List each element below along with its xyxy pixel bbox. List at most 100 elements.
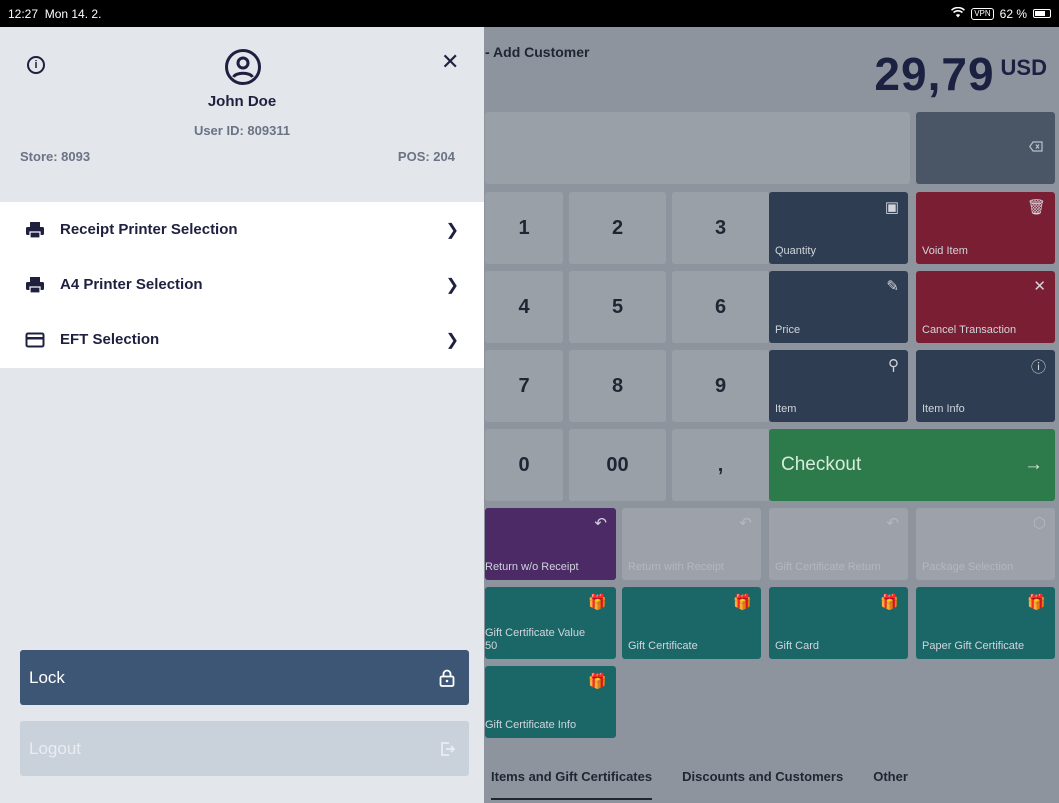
price-label: Price xyxy=(775,324,801,336)
checkout-label: Checkout xyxy=(781,454,862,475)
package-icon: ⬡ xyxy=(1032,515,1046,532)
pos-number: POS: 204 xyxy=(397,149,455,164)
key-4[interactable]: 4 xyxy=(485,271,563,343)
menu-item-receipt-printer[interactable]: Receipt Printer Selection ❯ xyxy=(0,202,484,257)
return-wo-receipt-label: Return w/o Receipt xyxy=(485,561,579,573)
quantity-label: Quantity xyxy=(775,245,816,257)
logout-button[interactable]: Logout xyxy=(20,721,469,776)
key-8[interactable]: 8 xyxy=(569,350,666,422)
void-item-label: Void Item xyxy=(922,245,968,257)
wifi-icon xyxy=(951,6,966,21)
add-customer-link[interactable]: - Add Customer xyxy=(485,44,589,60)
item-button[interactable]: ⚲ Item xyxy=(769,350,908,422)
lock-label: Lock xyxy=(29,667,65,687)
chevron-right-icon: ❯ xyxy=(445,221,459,239)
close-icon[interactable]: ✕ xyxy=(441,49,459,75)
key-3[interactable]: 3 xyxy=(672,192,769,264)
gift-certificate-button[interactable]: 🎁 Gift Certificate xyxy=(622,587,761,659)
return-wo-receipt-button[interactable]: ↶ Return w/o Receipt xyxy=(485,508,616,580)
menu-item-a4-printer[interactable]: A4 Printer Selection ❯ xyxy=(0,257,484,312)
gift-card-label: Gift Card xyxy=(775,640,820,652)
menu-item-label: A4 Printer Selection xyxy=(60,276,203,293)
cancel-transaction-button[interactable]: ✕ Cancel Transaction xyxy=(916,271,1055,343)
printer-icon xyxy=(26,276,44,294)
status-bar: 12:27 Mon 14. 2. VPN 62 % xyxy=(0,0,1059,27)
pencil-icon: ✎ xyxy=(886,278,899,295)
total-amount-value: 29,79 xyxy=(874,48,995,100)
store-number: Store: 8093 xyxy=(20,149,91,164)
close-icon: ✕ xyxy=(1033,278,1046,295)
status-time-date: 12:27 Mon 14. 2. xyxy=(8,7,101,21)
undo-icon: ↶ xyxy=(739,515,752,532)
gift-certificate-value-label: Gift Certificate Value xyxy=(485,627,586,639)
key-9[interactable]: 9 xyxy=(672,350,769,422)
gift-certificate-value-button[interactable]: 🎁 Gift Certificate Value 50 xyxy=(485,587,616,659)
lock-button[interactable]: Lock xyxy=(20,650,469,705)
backspace-button[interactable] xyxy=(916,112,1055,184)
tab-discounts-customers[interactable]: Discounts and Customers xyxy=(682,769,843,784)
quantity-button[interactable]: ▣ Quantity xyxy=(769,192,908,264)
tab-other[interactable]: Other xyxy=(873,769,908,784)
side-drawer: i ✕ John Doe User ID: 809311 Store: 8093… xyxy=(0,27,484,803)
gift-icon: 🎁 xyxy=(1027,594,1046,611)
trash-icon: 🗑 xyxy=(1026,199,1046,216)
key-1[interactable]: 1 xyxy=(485,192,563,264)
status-time: 12:27 xyxy=(8,6,39,21)
tab-items-gift-certificates[interactable]: Items and Gift Certificates xyxy=(491,769,653,800)
category-tabs: Items and Gift Certificates Discounts an… xyxy=(485,750,1059,803)
avatar-icon xyxy=(225,49,261,85)
drawer-menu: Receipt Printer Selection ❯ A4 Printer S… xyxy=(0,202,484,368)
user-id: User ID: 809311 xyxy=(193,123,291,138)
user-name: John Doe xyxy=(207,93,277,110)
key-2[interactable]: 2 xyxy=(569,192,666,264)
gift-certificate-label: Gift Certificate xyxy=(628,640,698,652)
total-currency: USD xyxy=(1000,55,1047,80)
package-selection-button[interactable]: ⬡ Package Selection xyxy=(916,508,1055,580)
return-with-receipt-button[interactable]: ↶ Return with Receipt xyxy=(622,508,761,580)
amount-input[interactable] xyxy=(485,112,910,184)
gift-certificate-info-button[interactable]: 🎁 Gift Certificate Info xyxy=(485,666,616,738)
backspace-icon xyxy=(1029,141,1043,155)
item-info-label: Item Info xyxy=(922,403,965,415)
chevron-right-icon: ❯ xyxy=(445,331,459,349)
logout-label: Logout xyxy=(29,738,81,758)
key-5[interactable]: 5 xyxy=(569,271,666,343)
gift-icon: 🎁 xyxy=(588,594,607,611)
arrow-right-icon: → xyxy=(1024,454,1043,475)
gift-card-button[interactable]: 🎁 Gift Card xyxy=(769,587,908,659)
status-right: VPN 62 % xyxy=(951,6,1051,21)
printer-icon xyxy=(26,221,44,239)
key-comma[interactable]: , xyxy=(672,429,769,501)
key-7[interactable]: 7 xyxy=(485,350,563,422)
quantity-icon: ▣ xyxy=(884,199,899,216)
package-selection-label: Package Selection xyxy=(922,561,1014,573)
paper-gift-certificate-label: Paper Gift Certificate xyxy=(922,640,1025,652)
checkout-button[interactable]: Checkout → xyxy=(769,429,1055,501)
price-button[interactable]: ✎ Price xyxy=(769,271,908,343)
item-label: Item xyxy=(775,403,797,415)
gift-icon: 🎁 xyxy=(588,673,607,690)
lock-icon xyxy=(439,669,455,687)
card-icon xyxy=(25,332,45,347)
cancel-transaction-label: Cancel Transaction xyxy=(922,324,1017,336)
key-0[interactable]: 0 xyxy=(485,429,563,501)
vpn-badge: VPN xyxy=(971,7,994,20)
menu-item-label: Receipt Printer Selection xyxy=(60,221,238,238)
status-date: Mon 14. 2. xyxy=(44,6,102,21)
gift-certificate-value-sub: 50 xyxy=(485,640,498,652)
item-info-button[interactable]: ⓘ Item Info xyxy=(916,350,1055,422)
menu-item-eft[interactable]: EFT Selection ❯ xyxy=(0,312,484,367)
chevron-right-icon: ❯ xyxy=(445,276,459,294)
battery-percent: 62 % xyxy=(999,6,1027,21)
total-amount: 29,79 USD xyxy=(874,47,1047,101)
key-00[interactable]: 00 xyxy=(569,429,666,501)
gift-icon: 🎁 xyxy=(733,594,752,611)
paper-gift-certificate-button[interactable]: 🎁 Paper Gift Certificate xyxy=(916,587,1055,659)
info-icon[interactable]: i xyxy=(27,56,45,74)
gift-certificate-return-button[interactable]: ↶ Gift Certificate Return xyxy=(769,508,908,580)
key-6[interactable]: 6 xyxy=(672,271,769,343)
gift-certificate-info-label: Gift Certificate Info xyxy=(485,719,577,731)
undo-icon: ↶ xyxy=(886,515,899,532)
void-item-button[interactable]: 🗑 Void Item xyxy=(916,192,1055,264)
battery-icon xyxy=(1033,9,1051,18)
